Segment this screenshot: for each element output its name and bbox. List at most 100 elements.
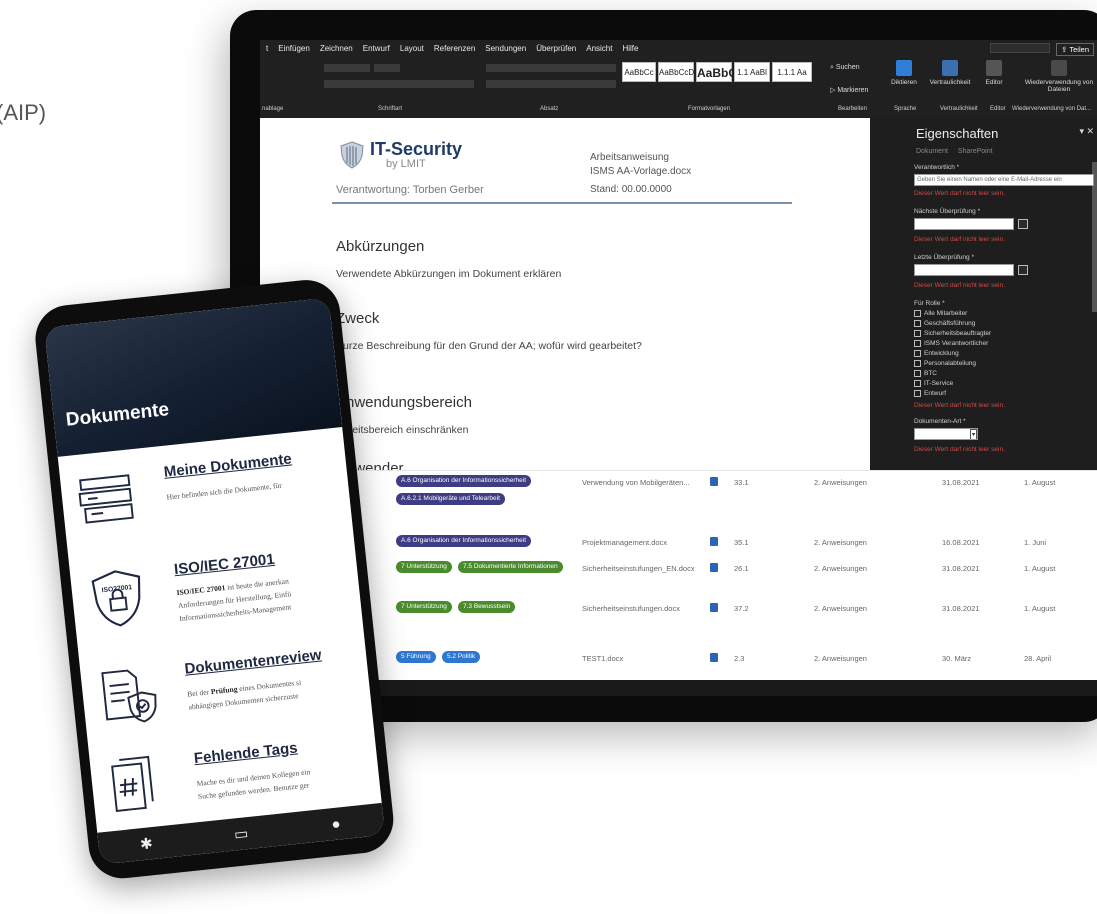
paragraph-buttons-top[interactable] — [486, 64, 616, 72]
tag[interactable]: A.6 Organisation der Informationssicherh… — [396, 475, 532, 487]
font-name-select[interactable] — [324, 64, 370, 72]
word-file-icon — [710, 603, 718, 612]
due-date: 1. August — [1024, 604, 1056, 613]
comments-box[interactable] — [990, 43, 1050, 53]
list-item-iso27001[interactable]: ISO27001 ISO/IEC 27001 ISO/IEC 27001 ist… — [69, 532, 353, 627]
last-review-input[interactable] — [914, 264, 1014, 276]
file-name[interactable]: Sicherheitseinstufungen.docx — [582, 604, 680, 613]
role-label: ISMS Verantwortlicher — [924, 340, 989, 347]
item-title[interactable]: Meine Dokumente — [163, 450, 292, 480]
font-format-buttons[interactable] — [324, 80, 474, 88]
tag[interactable]: 5.2 Politik — [442, 651, 481, 663]
role-label: Alle Mitarbeiter — [924, 310, 968, 317]
menu-item-sendungen[interactable]: Sendungen — [485, 44, 526, 53]
calendar-icon[interactable] — [1018, 265, 1028, 275]
role-label: Entwurf — [924, 390, 947, 397]
item-title[interactable]: ISO/IEC 27001 — [173, 551, 275, 578]
file-name[interactable]: Sicherheitseinstufungen_EN.docx — [582, 564, 695, 573]
font-size-select[interactable] — [374, 64, 400, 72]
logo-subtitle: by LMIT — [386, 158, 426, 170]
document-review-icon — [101, 669, 157, 723]
checkbox-icon — [914, 330, 921, 337]
menu-item-referenzen[interactable]: Referenzen — [434, 44, 475, 53]
phone-screen: Dokumente Meine Dokumente Hier befinden … — [44, 297, 386, 865]
checkbox-icon — [914, 360, 921, 367]
field-label-doc-type: Dokumenten-Art * — [914, 418, 966, 425]
dictate-label: Diktieren — [891, 79, 917, 86]
sensitivity-label: Vertraulichkeit — [929, 79, 971, 86]
word-file-icon — [710, 477, 718, 486]
menu-item[interactable]: t — [266, 44, 268, 53]
category: 2. Anweisungen — [814, 564, 867, 573]
version: 35.1 — [734, 538, 749, 547]
tab-dokument[interactable]: Dokument — [916, 148, 948, 155]
tab-sharepoint[interactable]: SharePoint — [958, 148, 993, 155]
dictate-button[interactable]: Diktieren — [882, 60, 926, 86]
item-title[interactable]: Fehlende Tags — [193, 739, 298, 767]
user-icon[interactable]: ● — [323, 814, 349, 833]
asterisk-icon[interactable]: ✱ — [133, 834, 159, 854]
sensitivity-button[interactable]: Vertraulichkeit — [928, 60, 972, 86]
role-checkbox[interactable]: ISMS Verantwortlicher — [914, 340, 988, 347]
chevron-down-icon: ▾ — [969, 429, 977, 439]
role-checkbox[interactable]: IT-Service — [914, 380, 953, 387]
item-text-pre: Bei der — [186, 687, 212, 699]
date: 31.08.2021 — [942, 604, 980, 613]
style-heading3[interactable]: 1.1.1 Aa — [772, 62, 812, 82]
file-name[interactable]: Verwendung von Mobilgeräten... — [582, 478, 690, 487]
role-checkbox[interactable]: Sicherheitsbeauftragter — [914, 330, 991, 337]
item-title[interactable]: Dokumentenreview — [184, 646, 323, 677]
properties-title: Eigenschaften — [916, 126, 999, 141]
style-standard[interactable]: AaBbCc — [622, 62, 656, 82]
tag[interactable]: A.6 Organisation der Informationssicherh… — [396, 535, 532, 547]
group-label-paragraph: Absatz — [540, 106, 559, 112]
select-button[interactable]: ▷ Markieren — [830, 86, 868, 94]
share-button[interactable]: ⇪ Teilen — [1056, 43, 1094, 56]
style-heading1[interactable]: AaBbC — [696, 62, 737, 82]
tag[interactable]: 7.5 Dokumentierte Informationen — [458, 561, 563, 573]
group-label-sensitivity: Vertraulichkeit — [940, 106, 978, 112]
menu-item-entwurf[interactable]: Entwurf — [363, 44, 390, 53]
role-checkbox[interactable]: Geschäftsführung — [914, 320, 975, 327]
menu-item-zeichnen[interactable]: Zeichnen — [320, 44, 353, 53]
error-responsible: Dieser Wert darf nicht leer sein. — [914, 190, 1005, 197]
responsible-input[interactable]: Geben Sie einen Namen oder eine E-Mail-A… — [914, 174, 1094, 186]
paragraph-buttons-bottom[interactable] — [486, 80, 616, 88]
menu-item-layout[interactable]: Layout — [400, 44, 424, 53]
menu-item-ueberpruefen[interactable]: Überprüfen — [536, 44, 576, 53]
doc-filename: ISMS AA-Vorlage.docx — [590, 166, 692, 177]
style-heading2[interactable]: 1.1 AaBl — [734, 62, 770, 82]
version: 26.1 — [734, 564, 749, 573]
close-icon[interactable]: ▾ ✕ — [1079, 126, 1094, 137]
role-label: Entwicklung — [924, 350, 959, 357]
role-checkbox[interactable]: Entwicklung — [914, 350, 959, 357]
phone-header: Dokumente — [44, 297, 343, 457]
editor-button[interactable]: Editor — [972, 60, 1016, 86]
file-name[interactable]: Projektmanagement.docx — [582, 538, 667, 547]
doc-type-select[interactable]: ▾ — [914, 428, 978, 440]
document-icon[interactable]: ▭ — [228, 824, 254, 844]
tag[interactable]: A.6.2.1 Mobilgeräte und Telearbeit — [396, 493, 505, 505]
reuse-files-button[interactable]: Wiederverwendung von Dateien — [1024, 60, 1094, 93]
error-last-review: Dieser Wert darf nicht leer sein. — [914, 282, 1005, 289]
role-label: Sicherheitsbeauftragter — [924, 330, 992, 337]
menu-item-ansicht[interactable]: Ansicht — [586, 44, 612, 53]
field-label-next-review: Nächste Überprüfung * — [914, 208, 981, 215]
category: 2. Anweisungen — [814, 604, 867, 613]
next-review-input[interactable] — [914, 218, 1014, 230]
role-checkbox[interactable]: Entwurf — [914, 390, 946, 397]
menu-item-hilfe[interactable]: Hilfe — [622, 44, 638, 53]
stage: (AIP) t Einfügen Zeichnen Entwurf Layout… — [0, 0, 1097, 914]
role-label: Personalabteilung — [924, 360, 977, 367]
style-no-spacing[interactable]: AaBbCcD — [658, 62, 694, 82]
group-label-editor: Editor — [990, 106, 1006, 112]
menu-item-einfuegen[interactable]: Einfügen — [278, 44, 310, 53]
role-checkbox[interactable]: Alle Mitarbeiter — [914, 310, 967, 317]
search-button[interactable]: ⌕ Suchen — [830, 64, 860, 72]
role-checkbox[interactable]: BTC — [914, 370, 937, 377]
calendar-icon[interactable] — [1018, 219, 1028, 229]
list-item-dokumentenreview[interactable]: Dokumentenreview Bei der Prüfung eines D… — [79, 632, 363, 723]
tag[interactable]: 7.3 Bewusstsein — [458, 601, 516, 613]
role-checkbox[interactable]: Personalabteilung — [914, 360, 976, 367]
file-name[interactable]: TEST1.docx — [582, 654, 623, 663]
